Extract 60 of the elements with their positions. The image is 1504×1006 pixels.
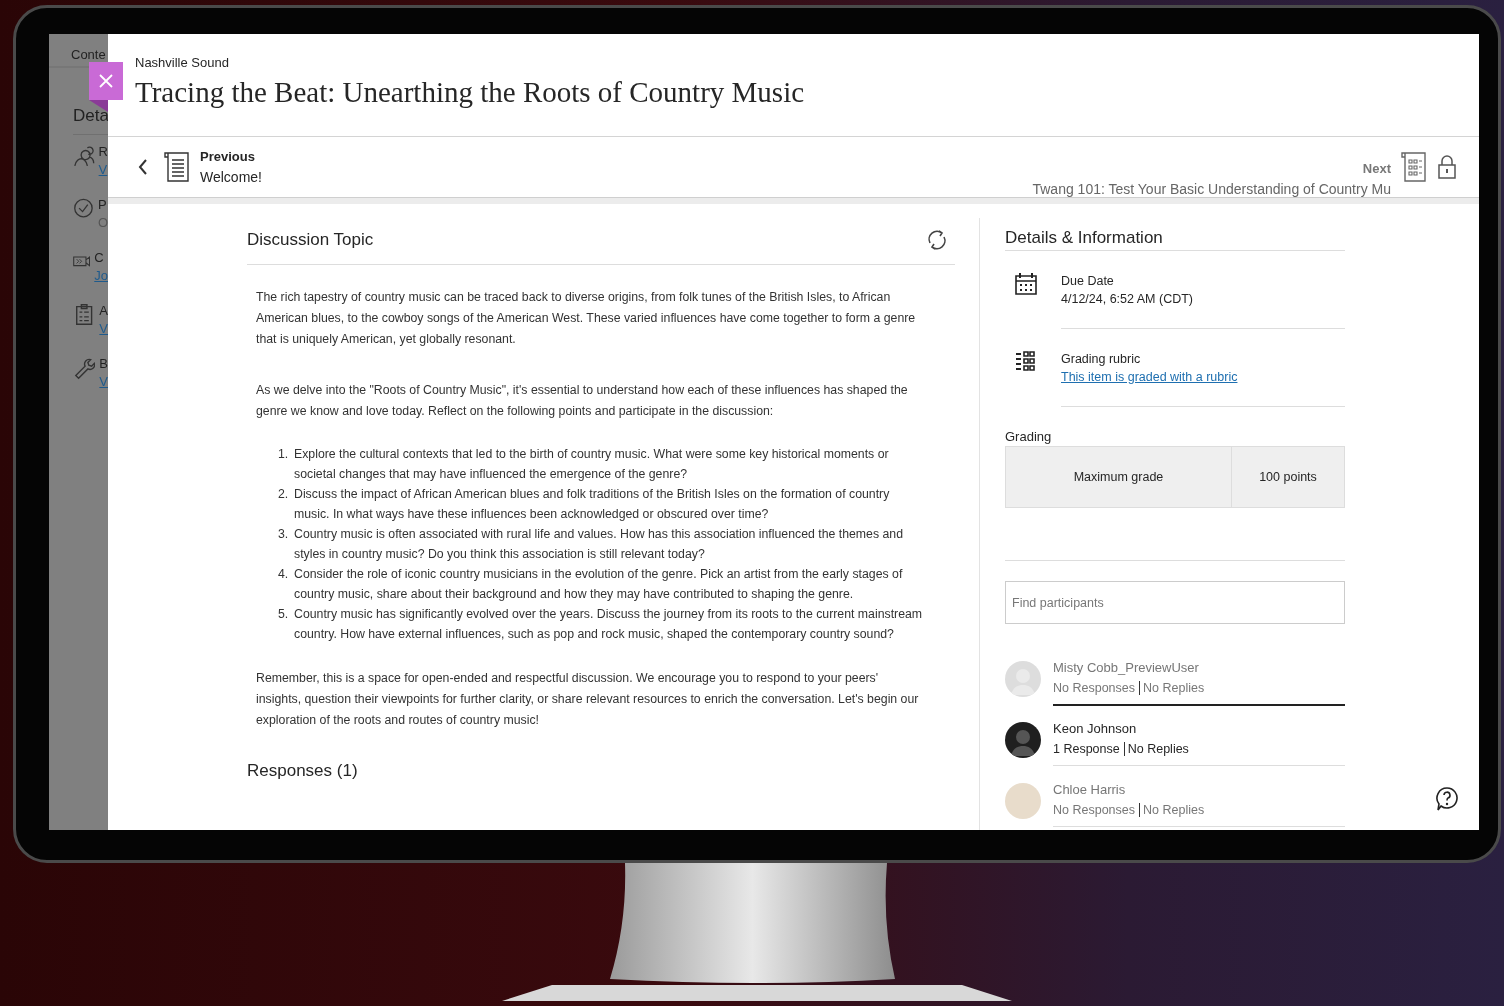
paragraph: The rich tapestry of country music can be traced back to diverse origins, from folk tunes of the British Isles, to African American blues, to the cowboy songs of the American West. These varied influences have come together to form a genre that is uniquely American, yet globally resonant. [256, 289, 917, 348]
avatar-photo-placeholder [1005, 782, 1041, 819]
next-label: Next [1362, 161, 1391, 176]
course-name: Nashville Sound [135, 55, 230, 70]
participant-name: Chloe Harris [1053, 781, 1127, 799]
list-item-text: Country music has significantly evolved over the years. Discuss the journey from its roots to the current mainstream country. How have external influences, such as pop and rock music, shaped the contemporary country sound? [294, 606, 924, 643]
reply-count: No Replies [1143, 803, 1205, 817]
responses-heading: Responses (1) [247, 761, 359, 781]
paragraph: As we delve into the "Roots of Country Music", it's essential to understand how each of these influences has shaped the genre we know and love today. Reflect on the following points and participate in the discussion: [256, 382, 909, 420]
previous-label: Previous [200, 149, 256, 164]
item-title: P [97, 196, 108, 214]
calendar-icon [1015, 272, 1037, 296]
grade-value-cell-text: 100 points [1258, 469, 1318, 486]
reply-count: No Replies [1127, 742, 1189, 756]
previous-item-link[interactable]: Welcome! [200, 169, 262, 185]
list-number: 3. [278, 526, 290, 543]
rubric-grid-icon [1015, 350, 1037, 374]
item-title: R [98, 143, 108, 161]
people-icon [73, 143, 95, 169]
list-number: 2. [278, 486, 290, 503]
reply-count: No Replies [1143, 680, 1205, 695]
item-title: A [99, 302, 108, 320]
participant-row[interactable]: Chloe Harris No Responses No Replies [1005, 770, 1345, 830]
search-field[interactable]: Find participants [1005, 581, 1345, 624]
chevron-left-icon[interactable] [138, 158, 148, 176]
response-count: 1 Response [1053, 742, 1125, 756]
list-item-text: Consider the role of iconic country musicians in the evolution of the genre. Pick an artist from the early stages of country music, share about their background and how they may have contributed to shaping the genre. [294, 566, 904, 603]
response-count: No Responses [1053, 803, 1140, 817]
response-count: No Responses [1053, 680, 1140, 695]
section-heading: Details & Information [1005, 228, 1345, 251]
close-icon [99, 74, 113, 88]
item-title: B [99, 355, 108, 373]
detail-label: Grading rubric [1061, 351, 1142, 368]
participant-row[interactable]: Misty Cobb_PreviewUser No Responses No Replies [1005, 648, 1345, 709]
list-number: 1. [278, 446, 290, 463]
detail-label: Due Date [1061, 273, 1115, 290]
section-heading: Discussion Topic [247, 230, 374, 250]
next-item-link[interactable]: Twang 101: Test Your Basic Understanding of Country Mu [1032, 181, 1391, 197]
list-number: 5. [278, 606, 290, 623]
item-title: C [94, 249, 105, 267]
rubric-link[interactable]: This item is graded with a rubric [1061, 370, 1238, 384]
list-number: 4. [278, 566, 290, 583]
paragraph: Remember, this is a space for open-ended and respectful discussion. We encourage you to respond to your peers' insights, question their viewpoints for further clarity, or share relevant resources to enrich the conversation. Let's begin our exploration of the roots and routes of country music! [256, 670, 920, 729]
participant-name: Keon Johnson [1053, 720, 1138, 738]
avatar-silhouette [1005, 660, 1041, 697]
grade-name-cell: Maximum grade [1006, 447, 1232, 507]
help-icon[interactable] [1435, 786, 1459, 812]
list-item-text: Country music is often associated with rural life and values. How has this association influenced the themes and styles in country music? Do you think this association is still relevant today? [294, 526, 904, 563]
document-icon [164, 151, 190, 183]
page-title: Tracing the Beat: Unearthing the Roots of Country Music [135, 76, 806, 109]
list-item-text: Explore the cultural contexts that led to the birth of country music. What were some key historical moments or societal changes that may have influenced the emergence of the genre? [294, 446, 890, 483]
close-button[interactable] [89, 62, 123, 100]
participant-row[interactable]: Keon Johnson 1 Response No Replies [1005, 709, 1345, 770]
avatar-silhouette [1005, 721, 1041, 758]
grading-label: Grading [1005, 429, 1053, 444]
grid-document-icon [1401, 151, 1427, 183]
participant-name: Misty Cobb_PreviewUser [1053, 658, 1200, 677]
detail-value: 4/12/24, 6:52 AM (CDT) [1061, 291, 1194, 308]
refresh-icon[interactable] [925, 228, 949, 252]
list-item-text: Discuss the impact of African American blues and folk traditions of the British Isles on the formation of country music. In what ways have these influences been acknowledged or obscured over time? [294, 486, 891, 523]
